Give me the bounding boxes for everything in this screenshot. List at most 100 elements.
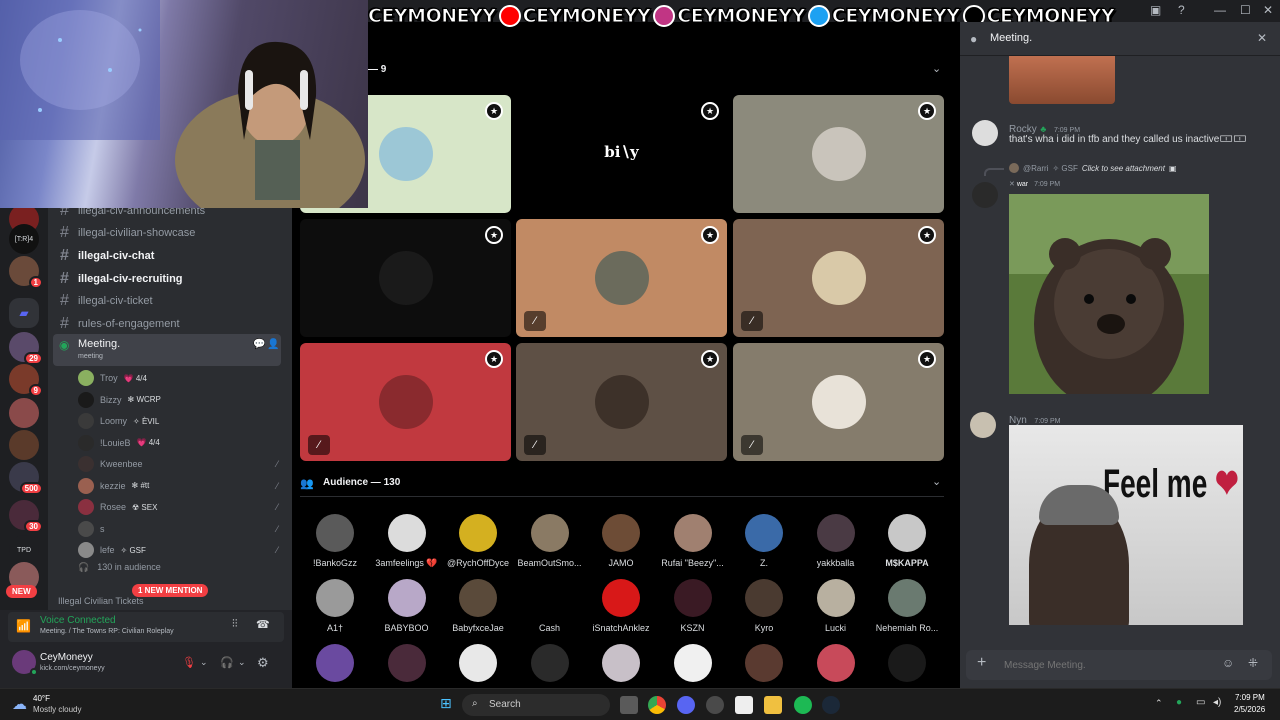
voice-user[interactable]: Troy 💗 4/4 [78,370,278,386]
clock-date[interactable]: 2/5/2026 [1234,705,1265,714]
disconnect-icon[interactable]: ☎ [256,618,270,631]
message-input[interactable] [1004,656,1214,674]
chrome-icon[interactable] [648,696,666,714]
speaker-tile[interactable]: ★ ⁄ [516,219,727,337]
avatar[interactable] [970,412,996,438]
audience-member[interactable]: Nehemiah Ro... [872,579,942,633]
microphone-icon[interactable]: ● [1176,697,1182,708]
audience-member[interactable]: Kyro [729,579,799,633]
spotify-icon[interactable] [794,696,812,714]
audience-member[interactable] [658,644,728,682]
audience-member[interactable] [515,644,585,682]
audience-member[interactable]: BABYBOO [372,579,442,633]
server-icon-trp[interactable]: [T:R]4 [9,224,39,254]
reply-preview[interactable]: @Rarri ✧ GSF Click to see attachment ▣ [1009,163,1177,173]
steam-icon[interactable] [822,696,840,714]
channel-item[interactable]: # illegal-civilian-showcase [60,224,195,242]
close-chat-button[interactable]: ✕ [1257,31,1267,45]
add-attachment-button[interactable]: + [977,654,986,672]
emoji-icon[interactable]: ☺ [1222,656,1234,670]
tray-chevron-icon[interactable]: ⌃ [1155,698,1163,709]
minimize-button[interactable]: — [1214,3,1226,17]
audience-member[interactable] [872,644,942,682]
server-icon-tpd[interactable]: TPD [9,535,39,565]
weather-temp[interactable]: 40°F [33,694,50,703]
server-icon[interactable] [9,430,39,460]
voice-user[interactable]: lefe ✧ GSF ⁄ [78,542,278,558]
headphones-icon[interactable]: 🎧 [220,656,234,669]
audience-member[interactable]: !BankoGzz [300,514,370,568]
audience-count[interactable]: 🎧 130 in audience [78,562,161,573]
server-icon[interactable]: 1 [9,256,43,289]
speaker-tile[interactable]: ★ ⁄ [516,343,727,461]
help-icon[interactable]: ? [1178,3,1185,17]
folder-icon[interactable]: ▰ [9,298,39,328]
close-window-button[interactable]: ✕ [1263,3,1273,17]
audience-member[interactable]: Rufai "Beezy"... [658,514,728,568]
attachment-image[interactable] [1009,194,1209,394]
server-icon[interactable] [9,398,39,428]
audience-member[interactable]: BabyfxceJae [443,579,513,633]
store-icon[interactable] [735,696,753,714]
audience-member[interactable]: M$KAPPA [872,514,942,568]
server-icon[interactable]: 30 [9,500,43,533]
audio-options-icon[interactable]: ⌄ [238,657,246,668]
settings-gear-icon[interactable]: ⚙ [257,655,269,671]
audience-member[interactable]: 3amfeelings 💔 [372,514,442,569]
audience-member[interactable] [586,644,656,682]
voice-user[interactable]: Bizzy ✻ WCRP [78,391,278,408]
voice-user[interactable]: s ⁄ [78,520,278,537]
channel-item[interactable]: # illegal-civ-ticket [60,292,153,310]
audience-member[interactable] [372,644,442,682]
channel-item[interactable]: # rules-of-engagement [60,315,180,333]
audience-member[interactable] [801,644,871,682]
channel-item[interactable]: # illegal-civ-chat [60,247,154,265]
voice-location[interactable]: Meeting. / The Towns RP: Civilian Rolepl… [40,628,174,635]
voice-user[interactable]: Rosee ☢ SEX ⁄ [78,499,278,515]
speaker-tile[interactable]: ★ [300,219,511,337]
search-box[interactable]: ⌕ Search [462,694,610,716]
server-icon[interactable]: 9 [9,364,43,397]
mic-options-icon[interactable]: ⌄ [200,657,208,668]
audience-member[interactable]: KSZN [658,579,728,633]
inbox-icon[interactable]: ▣ [1150,3,1161,17]
audience-member[interactable]: A1† [300,579,370,633]
speaker-tile[interactable]: ★ ⁄ [733,343,944,461]
audience-member[interactable]: BeamOutSmo... [515,514,585,568]
audience-member[interactable]: Cash [515,579,585,633]
audience-member[interactable]: Z. [729,514,799,568]
attachment-image[interactable]: Feel me ❤ [1009,425,1243,625]
speaker-tile[interactable]: ★ ⁄ [300,343,511,461]
voice-status[interactable]: Voice Connected [40,615,116,626]
server-icon[interactable]: 29 [9,332,43,365]
clock-time[interactable]: 7:09 PM [1235,693,1265,702]
audience-member[interactable] [300,644,370,682]
task-view-icon[interactable] [620,696,638,714]
audience-member[interactable]: yakkballa [801,514,871,568]
category-label[interactable]: Illegal Civilian Tickets [58,596,144,606]
audience-member[interactable]: Lucki [801,579,871,633]
channel-item[interactable]: # illegal-civ-recruiting [60,270,183,288]
discord-icon[interactable] [677,696,695,714]
collapse-speakers-icon[interactable]: ⌄ [932,62,941,75]
chat-bubble-icon[interactable]: 💬 [253,339,265,350]
audience-member[interactable]: @RychOffDyce [443,514,513,568]
speaker-tile[interactable]: bi∖y ★ [516,95,727,213]
volume-icon[interactable]: ◂) [1213,697,1221,708]
maximize-button[interactable]: ☐ [1240,3,1251,17]
message-author[interactable]: war [1017,181,1028,188]
file-explorer-icon[interactable] [764,696,782,714]
server-icon[interactable]: 500 [9,462,43,495]
audience-member[interactable] [729,644,799,682]
stage-channel-meeting[interactable]: ◉ Meeting. meeting 💬 👤 [53,334,281,366]
voice-user[interactable]: Loomy ✧ ÈVIL [78,413,278,429]
collapse-audience-icon[interactable]: ⌄ [932,475,941,488]
add-user-icon[interactable]: 👤 [267,339,279,350]
weather-desc[interactable]: Mostly cloudy [33,705,81,714]
app-icon[interactable] [706,696,724,714]
user-name[interactable]: CeyMoneyy [40,652,93,663]
audience-member[interactable]: iSnatchAnklez [586,579,656,633]
audience-member[interactable] [443,644,513,682]
noise-suppression-icon[interactable]: ⫶⫶ [232,618,238,631]
voice-user[interactable]: kezzie ✻ #tt ⁄ [78,477,278,494]
